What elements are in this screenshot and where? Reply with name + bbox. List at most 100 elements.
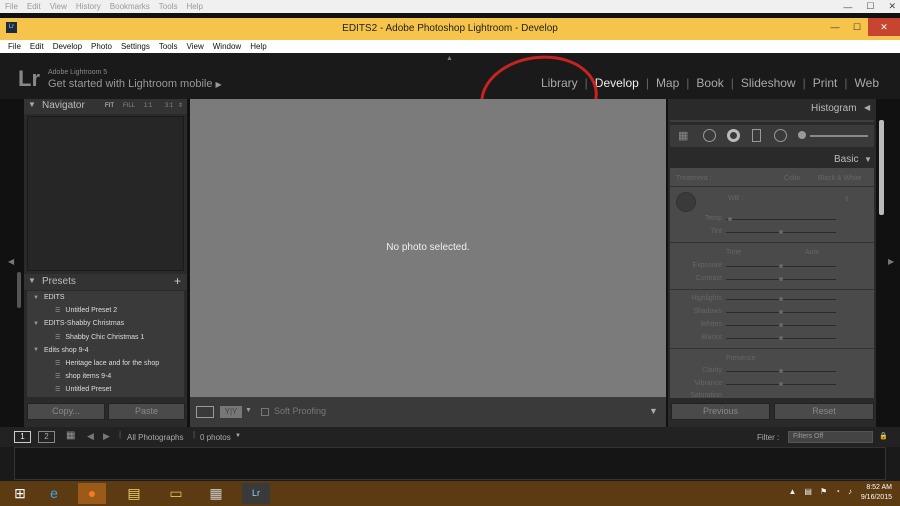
tint-knob[interactable] bbox=[779, 230, 783, 234]
paste-button[interactable]: Paste bbox=[108, 403, 185, 420]
tray-expand-icon[interactable]: ▲ bbox=[789, 487, 797, 496]
internet-explorer-icon[interactable]: e bbox=[40, 483, 68, 504]
windows-start-icon[interactable]: ⊞ bbox=[6, 483, 34, 504]
filter-select[interactable]: Filters Off bbox=[788, 431, 873, 443]
module-slideshow[interactable]: Slideshow bbox=[734, 76, 803, 90]
menu-file[interactable]: File bbox=[5, 2, 18, 11]
zoom-1-1[interactable]: 1:1 bbox=[144, 103, 152, 109]
panel-toggle-top-icon[interactable]: ▲ bbox=[446, 55, 453, 62]
module-book[interactable]: Book bbox=[689, 76, 730, 90]
shadows-knob[interactable] bbox=[779, 310, 783, 314]
navigator-header[interactable]: ▼ Navigator FIT FILL 1:1 3:1 ⇕ bbox=[24, 99, 187, 114]
vibrance-knob[interactable] bbox=[779, 382, 783, 386]
preset-item[interactable]: ☰ shop items 9-4 bbox=[27, 370, 184, 383]
close-icon[interactable]: ✕ bbox=[888, 1, 896, 12]
temp-slider[interactable] bbox=[726, 219, 836, 220]
menu-photo[interactable]: Photo bbox=[91, 42, 112, 51]
tray-network-icon[interactable]: ▤ bbox=[804, 487, 812, 496]
treatment-bw[interactable]: Black & White bbox=[818, 175, 862, 182]
module-web[interactable]: Web bbox=[848, 76, 886, 90]
dropdown-arrow-icon[interactable]: ▼ bbox=[235, 433, 241, 439]
wb-stepper-icon[interactable]: ⇕ bbox=[844, 195, 850, 203]
brush-slider[interactable] bbox=[810, 135, 868, 137]
basic-header[interactable]: Basic ▼ bbox=[668, 150, 876, 168]
menu-view[interactable]: View bbox=[187, 42, 204, 51]
spot-removal-icon[interactable] bbox=[703, 129, 716, 142]
menu-bookmarks[interactable]: Bookmarks bbox=[110, 2, 150, 11]
before-after-icon[interactable]: Y|Y bbox=[220, 406, 242, 418]
adjustment-brush-icon[interactable] bbox=[798, 131, 806, 139]
close-icon[interactable]: ✕ bbox=[868, 18, 900, 36]
menu-history[interactable]: History bbox=[76, 2, 101, 11]
preset-item[interactable]: ☰ Shabby Chic Christmas 1 bbox=[27, 331, 184, 344]
lock-icon[interactable]: 🔒 bbox=[879, 432, 888, 440]
navigator-preview[interactable] bbox=[27, 116, 184, 271]
minimize-icon[interactable]: — bbox=[824, 18, 846, 36]
maximize-icon[interactable]: ☐ bbox=[866, 1, 874, 12]
menu-tools[interactable]: Tools bbox=[159, 2, 178, 11]
tray-wifi-icon[interactable]: ◔ bbox=[835, 487, 840, 496]
right-scrollbar[interactable] bbox=[879, 120, 884, 215]
auto-tone-button[interactable]: Auto bbox=[805, 249, 819, 256]
preset-folder[interactable]: ▼ EDITS-Shabby Christmas bbox=[27, 317, 184, 330]
folder-icon[interactable]: ▭ bbox=[162, 483, 190, 504]
preset-item[interactable]: ☰ Untitled Preset bbox=[27, 383, 184, 396]
menu-help[interactable]: Help bbox=[250, 42, 266, 51]
histogram-header[interactable]: Histogram ◀ bbox=[668, 99, 876, 119]
zoom-fill[interactable]: FILL bbox=[123, 103, 135, 109]
copy-button[interactable]: Copy... bbox=[27, 403, 105, 420]
wb-eyedropper-icon[interactable] bbox=[676, 192, 696, 212]
preset-item[interactable]: ☰ Untitled Preset 2 bbox=[27, 304, 184, 317]
crop-grid-icon[interactable]: ▦ bbox=[678, 129, 688, 142]
secondary-display-button[interactable]: 2 bbox=[38, 431, 55, 443]
dropdown-arrow-icon[interactable]: ▼ bbox=[245, 407, 252, 414]
menu-help[interactable]: Help bbox=[186, 2, 202, 11]
firefox-icon[interactable]: ● bbox=[78, 483, 106, 504]
highlights-knob[interactable] bbox=[779, 297, 783, 301]
menu-window[interactable]: Window bbox=[213, 42, 241, 51]
minimize-icon[interactable]: — bbox=[843, 2, 852, 12]
back-arrow-icon[interactable]: ◀ bbox=[87, 431, 94, 442]
previous-button[interactable]: Previous bbox=[671, 403, 770, 420]
primary-display-button[interactable]: 1 bbox=[14, 431, 31, 443]
module-print[interactable]: Print bbox=[806, 76, 845, 90]
lightroom-taskbar-icon[interactable]: Lr bbox=[242, 483, 270, 504]
treatment-color[interactable]: Color bbox=[784, 175, 801, 182]
add-preset-icon[interactable]: + bbox=[174, 274, 181, 288]
menu-view[interactable]: View bbox=[50, 2, 67, 11]
source-label[interactable]: All Photographs bbox=[127, 433, 183, 442]
grid-icon[interactable]: ▦ bbox=[66, 430, 75, 441]
zoom-3-1[interactable]: 3:1 bbox=[165, 103, 173, 109]
preset-folder[interactable]: ▼ EDITS bbox=[27, 291, 184, 304]
whites-knob[interactable] bbox=[779, 323, 783, 327]
filmstrip-thumbnails[interactable] bbox=[14, 447, 886, 480]
menu-tools[interactable]: Tools bbox=[159, 42, 178, 51]
zoom-fit[interactable]: FIT bbox=[105, 103, 114, 109]
tray-volume-icon[interactable]: ♪ bbox=[848, 487, 852, 496]
contrast-knob[interactable] bbox=[779, 277, 783, 281]
maximize-icon[interactable]: ☐ bbox=[846, 18, 868, 36]
temp-knob[interactable] bbox=[728, 217, 732, 221]
graduated-filter-icon[interactable] bbox=[752, 129, 761, 142]
system-clock[interactable]: 8:52 AM 9/16/2015 bbox=[861, 483, 892, 503]
menu-file[interactable]: File bbox=[8, 42, 21, 51]
left-scrollbar[interactable] bbox=[17, 272, 21, 308]
reset-button[interactable]: Reset bbox=[774, 403, 874, 420]
clarity-knob[interactable] bbox=[779, 369, 783, 373]
loupe-view-icon[interactable] bbox=[196, 406, 214, 418]
radial-filter-icon[interactable] bbox=[774, 129, 787, 142]
menu-edit[interactable]: Edit bbox=[27, 2, 41, 11]
red-eye-icon[interactable] bbox=[727, 129, 740, 142]
toolbar-menu-icon[interactable]: ▼ bbox=[649, 406, 658, 416]
calculator-icon[interactable]: ▦ bbox=[202, 483, 230, 504]
forward-arrow-icon[interactable]: ▶ bbox=[103, 431, 110, 442]
blacks-knob[interactable] bbox=[779, 336, 783, 340]
exposure-knob[interactable] bbox=[779, 264, 783, 268]
menu-edit[interactable]: Edit bbox=[30, 42, 44, 51]
menu-settings[interactable]: Settings bbox=[121, 42, 150, 51]
tray-flag-icon[interactable]: ⚑ bbox=[820, 487, 827, 496]
left-panel-toggle-icon[interactable]: ◀ bbox=[8, 257, 14, 266]
preset-item[interactable]: ☰ Heritage lace and for the shop bbox=[27, 357, 184, 370]
mobile-promo-link[interactable]: Get started with Lightroom mobile ▶ bbox=[48, 78, 222, 90]
preset-folder[interactable]: ▼ Edits shop 9-4 bbox=[27, 344, 184, 357]
